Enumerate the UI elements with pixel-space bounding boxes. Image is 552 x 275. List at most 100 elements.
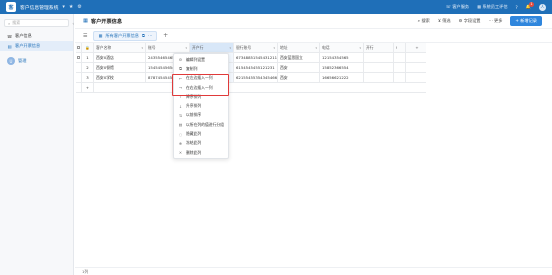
menu-item-freeze-column[interactable]: ❄ 冻结此列	[174, 139, 228, 148]
table-row[interactable]: 2 西安X餐馆 15454545654 6154545455121231 西安 …	[76, 63, 426, 73]
record-count: 1列	[82, 268, 89, 274]
lock-icon: 🔒	[82, 43, 94, 52]
cell-empty[interactable]	[394, 63, 406, 72]
gear-icon: ⚙	[178, 57, 183, 63]
chevron-down-icon[interactable]: ▾	[62, 4, 65, 10]
top-bar: 客 客户信息管理系统 ▾ ★ ⚙ ☏ 客户服务 ▦ 系统员工评估 ? 🔔 1 人	[0, 0, 552, 14]
page-title: ▦ 客户开票信息	[83, 18, 123, 25]
menu-item-group-by[interactable]: ▤ 以所在列的值进行分组	[174, 120, 228, 129]
sidebar-item-customer-info[interactable]: ☎ 客户信息	[0, 31, 73, 41]
cell-empty	[406, 53, 426, 62]
cell-bank-no[interactable]: 62155455354345466	[234, 73, 278, 82]
sidebar-user-name: 管理	[18, 58, 27, 63]
add-column-button[interactable]: +	[406, 43, 426, 52]
collapse-sidebar-icon[interactable]: ‹	[72, 21, 74, 26]
main-header: ▦ 客户开票信息 ⌕ 搜索 ⊻ 筛选 ⚙ 字段设置 ⋯ 更多 + 新增记录	[75, 14, 552, 29]
more-icon[interactable]: ⋯	[148, 33, 152, 38]
sort-icon: ⇅	[178, 112, 183, 118]
avatar: U	[7, 57, 15, 65]
freeze-icon: ❄	[178, 140, 183, 146]
row-number: 1	[82, 53, 94, 62]
menu-icon[interactable]: ☰	[83, 33, 87, 39]
search-placeholder: 搜索	[12, 20, 21, 25]
sidebar-user[interactable]: U 管理	[0, 57, 73, 65]
cell-address[interactable]: 西安蓝思国立	[278, 53, 320, 62]
sidebar-search[interactable]: ⌕ 搜索	[4, 19, 69, 27]
warning-icon[interactable]: !	[394, 43, 406, 52]
cell-empty[interactable]	[394, 53, 406, 62]
more-button[interactable]: ⋯ 更多	[488, 18, 502, 24]
field-settings-button[interactable]: ⚙ 字段设置	[459, 18, 481, 24]
menu-item-prev-sort[interactable]: ⇅ 以前排序	[174, 111, 228, 120]
menu-item-delete-column[interactable]: ✕ 删除此列	[174, 148, 228, 157]
column-header[interactable]: 账号 ▾	[146, 43, 190, 52]
add-row[interactable]: +	[76, 83, 426, 93]
add-record-button[interactable]: + 新增记录	[510, 16, 542, 26]
cell-bank-no[interactable]: 6734885154543121145	[234, 53, 278, 62]
row-number: 3	[82, 73, 94, 82]
cell-phone[interactable]: 12154354565	[320, 53, 364, 62]
app-logo: 客	[6, 2, 16, 12]
cell-empty[interactable]	[394, 73, 406, 82]
hide-icon: ◌	[178, 131, 183, 137]
cell-rcv[interactable]	[364, 53, 394, 62]
column-header[interactable]: 开户行 ▾	[190, 43, 234, 52]
notification-bell[interactable]: 🔔 1	[526, 2, 534, 10]
column-header[interactable]: 地址 ▾	[278, 43, 320, 52]
cell-address[interactable]: 西安	[278, 73, 320, 82]
delete-icon: ✕	[178, 150, 183, 156]
cell-phone[interactable]: 15852366554	[320, 63, 364, 72]
search-button[interactable]: ⌕ 搜索	[418, 18, 430, 24]
user-avatar[interactable]: 人	[539, 3, 546, 11]
sidebar-item-label: 客户开票信息	[15, 43, 41, 48]
cell-phone[interactable]: 16656621222	[320, 73, 364, 82]
view-bar: ☰ ▦ 所有客户开票信息 ⧉ ⋯ +	[75, 29, 552, 43]
app-title[interactable]: 客户信息管理系统	[20, 4, 58, 11]
cell-name[interactable]: 西安X学校	[94, 73, 146, 82]
search-icon: ⌕	[8, 20, 11, 26]
column-header[interactable]: 电话 ▾	[320, 43, 364, 52]
group-icon: ▤	[178, 122, 183, 128]
help-icon[interactable]: ?	[516, 5, 518, 10]
add-row-button[interactable]: +	[82, 83, 94, 92]
top-right-tools: ☏ 客户服务 ▦ 系统员工评估 ? 🔔 1 人	[446, 0, 546, 14]
column-context-menu: ⚙ 编辑列设置 ⧉ 复制列 ← 在左边插入一列 → 在右边插入一列 ↑ 降序排列 ↓ 升序排…	[173, 53, 229, 160]
copy-icon: ⧉	[179, 66, 182, 72]
filter-button[interactable]: ⊻ 筛选	[438, 18, 451, 24]
menu-item-edit-column[interactable]: ⚙ 编辑列设置	[174, 55, 228, 64]
row-number: 2	[82, 63, 94, 72]
copy-icon[interactable]: ⧉	[142, 33, 145, 38]
star-icon[interactable]: ★	[69, 4, 73, 10]
table-row[interactable]: 1 西安X酒店 24355465465 6734885154543121145 …	[76, 53, 426, 63]
column-header[interactable]: 客户名称 ▾	[94, 43, 146, 52]
cell-rcv[interactable]	[364, 73, 394, 82]
data-grid: 🔒 客户名称 ▾ 账号 ▾ 开户行 ▾ 银行账号 ▾ 地址 ▾ 电话 ▾ 开行 ! + 1 …	[76, 43, 426, 93]
table-row[interactable]: 3 西安X学校 87874545454 62155455354345466 西安…	[76, 73, 426, 83]
evaluation-link[interactable]: ▦ 系统员工评估	[477, 4, 507, 10]
column-header[interactable]: 银行账号 ▾	[234, 43, 278, 52]
add-view-button[interactable]: +	[163, 32, 168, 39]
menu-item-copy-column[interactable]: ⧉ 复制列	[174, 64, 228, 73]
cell-rcv[interactable]	[364, 63, 394, 72]
grid-icon: ▦	[98, 33, 103, 38]
cell-empty	[406, 63, 426, 72]
cell-bank-no[interactable]: 6154545455121231	[234, 63, 278, 72]
table-header-row: 🔒 客户名称 ▾ 账号 ▾ 开户行 ▾ 银行账号 ▾ 地址 ▾ 电话 ▾ 开行 ! +	[76, 43, 426, 53]
grid-footer: 1列	[75, 267, 552, 275]
sort-asc-icon: ↓	[178, 103, 183, 109]
table-icon: ▦	[83, 18, 88, 24]
cell-name[interactable]: 西安X酒店	[94, 53, 146, 62]
settings-icon[interactable]: ⚙	[77, 4, 81, 10]
table-icon: ▤	[7, 43, 12, 49]
column-header[interactable]: 开行	[364, 43, 394, 52]
header-tools: ⌕ 搜索 ⊻ 筛选 ⚙ 字段设置 ⋯ 更多 + 新增记录	[418, 16, 542, 26]
cell-empty	[406, 73, 426, 82]
tab-all-invoice-info[interactable]: ▦ 所有客户开票信息 ⧉ ⋯	[93, 30, 158, 41]
notification-count: 1	[529, 2, 534, 7]
cell-address[interactable]: 西安	[278, 63, 320, 72]
customer-service-link[interactable]: ☏ 客户服务	[446, 4, 469, 10]
menu-item-sort-asc[interactable]: ↓ 升序排列	[174, 101, 228, 110]
menu-item-hide-column[interactable]: ◌ 隐藏此列	[174, 129, 228, 138]
sidebar-item-invoice-info[interactable]: ▤ 客户开票信息	[0, 41, 73, 51]
cell-name[interactable]: 西安X餐馆	[94, 63, 146, 72]
